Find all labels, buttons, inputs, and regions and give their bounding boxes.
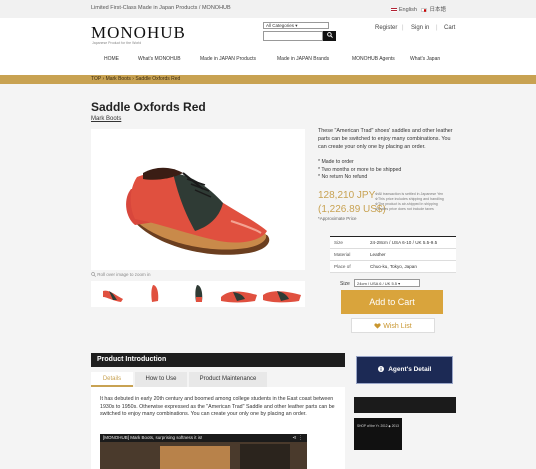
size-select[interactable]: 24cm / USA 6 / UK 5.5 ▾ xyxy=(354,279,420,287)
spec-table: Size 24-28cm / USA 6-10 / UK 5.5-9.5 Mat… xyxy=(330,236,456,273)
info-icon xyxy=(377,366,384,372)
logo-subtitle: Japanese Product for the World xyxy=(92,41,142,45)
tab-product-maintenance[interactable]: Product Maintenance xyxy=(189,372,267,387)
search-button[interactable] xyxy=(323,31,336,41)
spec-row: Place of Chuo-ku, Tokyo, Japan xyxy=(330,261,456,273)
breadcrumb-separator: › xyxy=(132,76,134,82)
thumbnail[interactable] xyxy=(189,283,209,305)
spec-value: Chuo-ku, Tokyo, Japan xyxy=(370,264,417,269)
lang-japanese-link[interactable]: 日本語 xyxy=(429,7,446,13)
sign-in-link[interactable]: Sign in xyxy=(411,25,429,31)
heart-icon xyxy=(374,323,381,329)
video-player[interactable]: [MONOHUB] Mark Boots, surprising softnes… xyxy=(100,434,307,469)
thumbnail[interactable] xyxy=(219,283,259,305)
page: Limited First-Class Made in Japan Produc… xyxy=(0,0,536,469)
tab-details[interactable]: Details xyxy=(91,372,133,387)
spec-row: Size 24-28cm / USA 6-10 / UK 5.5-9.5 xyxy=(330,237,456,249)
agent-panel-header xyxy=(354,397,456,413)
breadcrumb: TOP › Mark Boots › Saddle Oxfords Red xyxy=(91,75,180,84)
nav-item-brands[interactable]: Made in JAPAN Brands xyxy=(277,56,329,62)
thumbnail[interactable] xyxy=(145,283,165,305)
top-utility-bar: Limited First-Class Made in Japan Produc… xyxy=(0,0,536,18)
video-controls: ⋖ ⋮ xyxy=(292,434,303,442)
video-thumbnail xyxy=(100,442,307,469)
shoe-image xyxy=(126,167,270,255)
search-icon xyxy=(326,32,333,39)
spec-value: 24-28cm / USA 6-10 / UK 5.5-9.5 xyxy=(370,240,438,245)
nav-item-products[interactable]: Made in JAPAN Products xyxy=(200,56,256,62)
nav-item-whats-monohub[interactable]: What's MONOHUB xyxy=(138,56,181,62)
spec-row: Material Leather xyxy=(330,249,456,261)
category-select[interactable]: All Categories ▾ xyxy=(263,22,329,29)
nav-item-agents[interactable]: MONOHUB Agents xyxy=(352,56,395,62)
spec-value: Leather xyxy=(370,252,386,257)
product-description: These "American Trad" shoes' saddles and… xyxy=(318,128,453,150)
register-link[interactable]: Register xyxy=(375,25,397,31)
note-item: * No return No refund xyxy=(318,174,368,180)
spec-key: Material xyxy=(334,252,351,257)
nav-item-whats-japan[interactable]: What's Japan xyxy=(410,56,440,62)
note-item: * Made to order xyxy=(318,159,354,165)
thumbnail[interactable] xyxy=(99,283,127,305)
product-introduction-heading: Product Introduction xyxy=(91,353,345,367)
breadcrumb-item[interactable]: TOP xyxy=(91,76,101,82)
spec-key: Place of xyxy=(334,264,351,269)
thumbnail[interactable] xyxy=(261,283,303,305)
spec-key: Size xyxy=(334,240,343,245)
wish-list-button[interactable]: Wish List xyxy=(351,318,435,333)
japan-flag-icon xyxy=(421,7,428,12)
add-to-cart-button[interactable]: Add to Cart xyxy=(341,290,443,314)
price-notes: ※All transaction is settled in Japanese … xyxy=(375,192,444,212)
intro-text: It has debuted in early 20th century and… xyxy=(100,396,335,418)
more-vertical-icon[interactable]: ⋮ xyxy=(298,435,303,441)
breadcrumb-current: Saddle Oxfords Red xyxy=(135,76,181,82)
magnifier-icon xyxy=(91,272,96,278)
language-switcher: English 日本語 xyxy=(390,5,446,13)
size-select-value: 24cm / USA 6 / UK 5.5 xyxy=(357,281,398,286)
brand-link[interactable]: Mark Boots xyxy=(91,116,121,122)
product-main-image[interactable] xyxy=(91,129,305,270)
site-tagline: Limited First-Class Made in Japan Produc… xyxy=(91,5,231,11)
site-logo[interactable]: MONOHUB xyxy=(91,23,186,43)
video-title: [MONOHUB] Mark Boots, surprising softnes… xyxy=(100,434,307,442)
nav-item-home[interactable]: HOME xyxy=(104,56,119,62)
header-separator: | xyxy=(402,25,404,31)
zoom-hint: Roll over image to zoom in xyxy=(91,272,151,278)
size-label: Size xyxy=(340,281,350,287)
breadcrumb-item[interactable]: Mark Boots xyxy=(106,76,131,82)
search-input[interactable] xyxy=(263,31,323,41)
us-flag-icon xyxy=(390,7,397,12)
price-note: ※Duties price does not include taxes xyxy=(375,207,434,211)
approx-price-label: *Approximate Price xyxy=(318,216,357,221)
price-jpy: 128,210 JPY xyxy=(318,190,376,201)
tab-how-to-use[interactable]: How to Use xyxy=(135,372,187,387)
breadcrumb-bar xyxy=(0,75,536,84)
cart-link[interactable]: Cart xyxy=(444,25,455,31)
header-separator: | xyxy=(436,25,438,31)
lang-english-link[interactable]: English xyxy=(399,7,417,13)
category-select-value: All Categories xyxy=(266,23,295,28)
zoom-hint-text: Roll over image to zoom in xyxy=(97,272,151,277)
note-item: * Two months or more to be shipped xyxy=(318,166,402,173)
thumbnail-strip xyxy=(91,281,305,307)
agent-detail-label: Agent's Detail xyxy=(388,366,432,373)
product-title: Saddle Oxfords Red xyxy=(91,100,206,114)
shop-of-the-year-badge: SHOP of the Yr. 2012 ◆ 2013 xyxy=(354,418,402,450)
agent-detail-button[interactable]: Agent's Detail xyxy=(356,356,453,384)
breadcrumb-separator: › xyxy=(102,76,105,82)
product-notes: * Made to order * Two months or more to … xyxy=(318,159,401,182)
share-icon[interactable]: ⋖ xyxy=(292,435,296,441)
wish-list-label: Wish List xyxy=(383,323,412,330)
